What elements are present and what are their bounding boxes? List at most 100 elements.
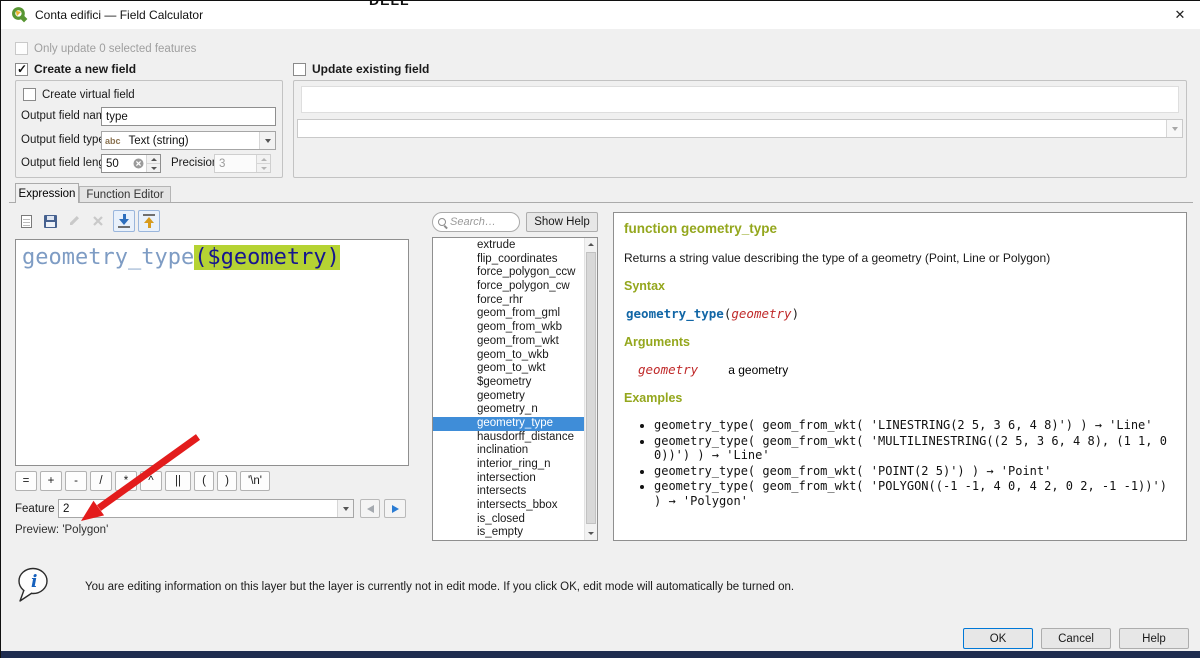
- function-list-item[interactable]: intersects_bbox: [433, 499, 584, 513]
- operator-button[interactable]: +: [40, 471, 62, 491]
- cancel-button[interactable]: Cancel: [1041, 628, 1111, 649]
- function-list-item[interactable]: inclination: [433, 444, 584, 458]
- feature-value: 2: [59, 503, 337, 515]
- spin-down-button[interactable]: [147, 164, 160, 172]
- show-help-button[interactable]: Show Help: [526, 212, 598, 232]
- dropdown-button: [1166, 120, 1182, 137]
- info-icon: i: [15, 567, 55, 610]
- function-list-item[interactable]: force_polygon_cw: [433, 280, 584, 294]
- example-item: geometry_type( geom_from_wkt( 'MULTILINE…: [654, 434, 1176, 463]
- tab-function-editor[interactable]: Function Editor: [79, 186, 171, 202]
- operator-button[interactable]: (: [194, 471, 214, 491]
- operator-button[interactable]: *: [115, 471, 137, 491]
- function-list-item[interactable]: geom_to_wkt: [433, 362, 584, 376]
- function-list-item[interactable]: interior_ring_n: [433, 458, 584, 472]
- field-calculator-window: Conta edifici — Field Calculator DELL ✕ …: [0, 0, 1200, 658]
- function-list-item[interactable]: force_rhr: [433, 294, 584, 308]
- tab-expression[interactable]: Expression: [15, 183, 79, 203]
- scroll-down-icon: [588, 532, 594, 535]
- function-list-item[interactable]: geom_to_wkb: [433, 349, 584, 363]
- precision-label: Precision: [171, 157, 218, 169]
- create-new-field-checkbox[interactable]: Create a new field: [15, 62, 136, 76]
- help-title: function geometry_type: [624, 221, 1176, 236]
- scrollbar-thumb[interactable]: [586, 252, 596, 524]
- function-list-item[interactable]: geometry_n: [433, 403, 584, 417]
- arrow-left-icon: [367, 505, 374, 513]
- function-list-item[interactable]: geom_from_wkb: [433, 321, 584, 335]
- expression-editor[interactable]: geometry_type($geometry): [15, 239, 409, 466]
- update-existing-field-checkbox[interactable]: Update existing field: [293, 62, 429, 76]
- function-list-item[interactable]: $geometry: [433, 376, 584, 390]
- operator-button[interactable]: ): [217, 471, 237, 491]
- remove-x-icon: [92, 215, 104, 227]
- qgis-logo-icon: [11, 6, 28, 28]
- function-help-panel: function geometry_type Returns a string …: [613, 212, 1187, 541]
- existing-field-dropdown: [297, 119, 1183, 138]
- export-expressions-button[interactable]: [138, 210, 160, 232]
- search-icon: [438, 218, 446, 226]
- function-list-item[interactable]: flip_coordinates: [433, 253, 584, 267]
- function-list-item[interactable]: hausdorff_distance: [433, 431, 584, 445]
- edit-mode-message: You are editing information on this laye…: [85, 581, 885, 593]
- function-list-item[interactable]: is_empty: [433, 526, 584, 540]
- save-expression-button[interactable]: [39, 210, 61, 232]
- operator-bar: =+-/*^||()'\n': [15, 471, 270, 491]
- example-item: geometry_type( geom_from_wkt( 'LINESTRIN…: [654, 418, 1176, 433]
- function-list-panel: extrudeflip_coordinatesforce_polygon_ccw…: [432, 237, 598, 541]
- operator-button[interactable]: /: [90, 471, 112, 491]
- function-list-item[interactable]: is_closed: [433, 513, 584, 527]
- close-icon[interactable]: ✕: [1168, 4, 1192, 26]
- operator-button[interactable]: ||: [165, 471, 191, 491]
- function-list-item[interactable]: intersects: [433, 485, 584, 499]
- spin-up-button: [257, 155, 270, 164]
- search-input[interactable]: [450, 216, 508, 228]
- window-title: Conta edifici — Field Calculator: [35, 1, 203, 29]
- function-list-item[interactable]: geometry: [433, 390, 584, 404]
- dropdown-button[interactable]: [337, 500, 353, 517]
- spin-down-icon: [261, 167, 267, 170]
- arguments-heading: Arguments: [624, 335, 1176, 349]
- output-field-name-input[interactable]: [101, 107, 276, 126]
- operator-button[interactable]: ^: [140, 471, 162, 491]
- function-list-item[interactable]: geometry_type: [433, 417, 584, 431]
- function-list-item[interactable]: extrude: [433, 239, 584, 253]
- previous-feature-button[interactable]: [360, 499, 380, 518]
- function-list-item[interactable]: force_polygon_ccw: [433, 266, 584, 280]
- output-field-length-value: 50: [102, 158, 133, 170]
- clear-value-icon[interactable]: [133, 158, 144, 169]
- function-list-item[interactable]: geom_from_gml: [433, 307, 584, 321]
- operator-button[interactable]: =: [15, 471, 37, 491]
- help-button[interactable]: Help: [1119, 628, 1189, 649]
- function-list-item[interactable]: intersection: [433, 472, 584, 486]
- dropdown-button[interactable]: [259, 132, 275, 149]
- checkbox-box: [15, 42, 28, 55]
- existing-field-area: [301, 86, 1179, 113]
- background-window-fragment: DELL: [369, 1, 425, 10]
- next-feature-button[interactable]: [384, 499, 406, 518]
- spin-buttons[interactable]: [146, 155, 160, 172]
- ok-button[interactable]: OK: [963, 628, 1033, 649]
- scroll-up-button[interactable]: [585, 238, 597, 251]
- spin-buttons: [256, 155, 270, 172]
- function-list-scrollbar[interactable]: [584, 238, 597, 540]
- remove-expression-button[interactable]: [87, 210, 109, 232]
- scroll-down-button[interactable]: [585, 527, 597, 540]
- only-update-selected-checkbox[interactable]: Only update 0 selected features: [15, 42, 196, 55]
- tab-separator: [9, 202, 1193, 203]
- function-list-item[interactable]: geom_from_wkt: [433, 335, 584, 349]
- feature-combobox[interactable]: 2: [58, 499, 354, 518]
- operator-button[interactable]: -: [65, 471, 87, 491]
- arrow-up-icon: [143, 214, 155, 228]
- new-file-icon: [21, 215, 32, 228]
- output-field-length-spinner[interactable]: 50: [101, 154, 161, 173]
- spin-up-button[interactable]: [147, 155, 160, 164]
- import-expressions-button[interactable]: [113, 210, 135, 232]
- output-field-type-label: Output field type: [21, 134, 105, 146]
- create-virtual-field-label: Create virtual field: [42, 89, 135, 101]
- output-field-type-dropdown[interactable]: abc Text (string): [101, 131, 276, 150]
- create-virtual-field-checkbox[interactable]: Create virtual field: [23, 88, 135, 101]
- edit-expression-button[interactable]: [63, 210, 85, 232]
- new-expression-button[interactable]: [15, 210, 37, 232]
- precision-spinner: 3: [214, 154, 271, 173]
- operator-button[interactable]: '\n': [240, 471, 270, 491]
